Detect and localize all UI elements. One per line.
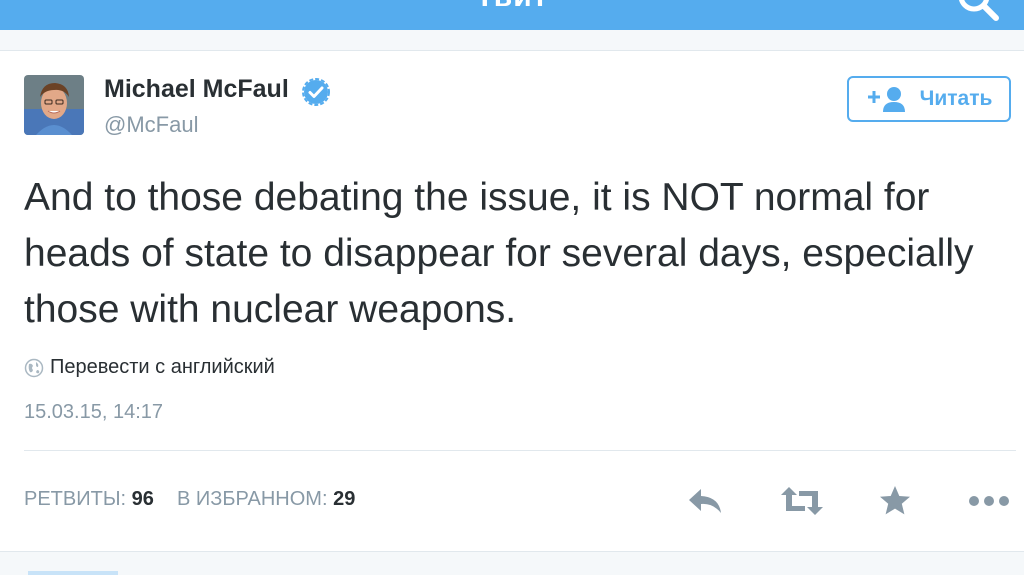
tweet-stats: РЕТВИТЫ: 96 В ИЗБРАННОМ: 29: [24, 488, 355, 511]
favorites-count[interactable]: 29: [333, 488, 355, 510]
retweet-icon[interactable]: [779, 485, 825, 517]
retweets-label: РЕТВИТЫ:: [24, 488, 127, 510]
favorites-label: В ИЗБРАННОМ:: [177, 488, 328, 510]
search-icon[interactable]: [956, 0, 1002, 24]
globe-icon: [24, 358, 44, 377]
verified-badge-icon: [302, 78, 330, 106]
tweet-card: Michael McFaul @McFaul Читать And to tho…: [0, 50, 1024, 552]
retweets-count[interactable]: 96: [132, 488, 154, 510]
add-user-icon: [867, 87, 905, 112]
page-title: Твит: [0, 0, 1024, 14]
divider: [24, 450, 1016, 451]
follow-button-label: Читать: [919, 87, 993, 110]
translate-link[interactable]: Перевести с английский: [24, 356, 275, 379]
avatar[interactable]: [24, 75, 84, 135]
favorite-icon[interactable]: [878, 484, 912, 518]
tweet-text: And to those debating the issue, it is N…: [24, 176, 974, 331]
more-icon[interactable]: [967, 491, 1011, 511]
translate-label: Перевести с английский: [50, 356, 275, 378]
author-handle[interactable]: @McFaul: [104, 112, 198, 138]
reply-icon[interactable]: [687, 485, 725, 517]
tweet-timestamp: 15.03.15, 14:17: [24, 401, 164, 423]
follow-button[interactable]: Читать: [847, 76, 1011, 122]
next-item-edge: [28, 571, 118, 575]
author-name[interactable]: Michael McFaul: [104, 75, 289, 104]
top-bar: Твит: [0, 0, 1024, 30]
